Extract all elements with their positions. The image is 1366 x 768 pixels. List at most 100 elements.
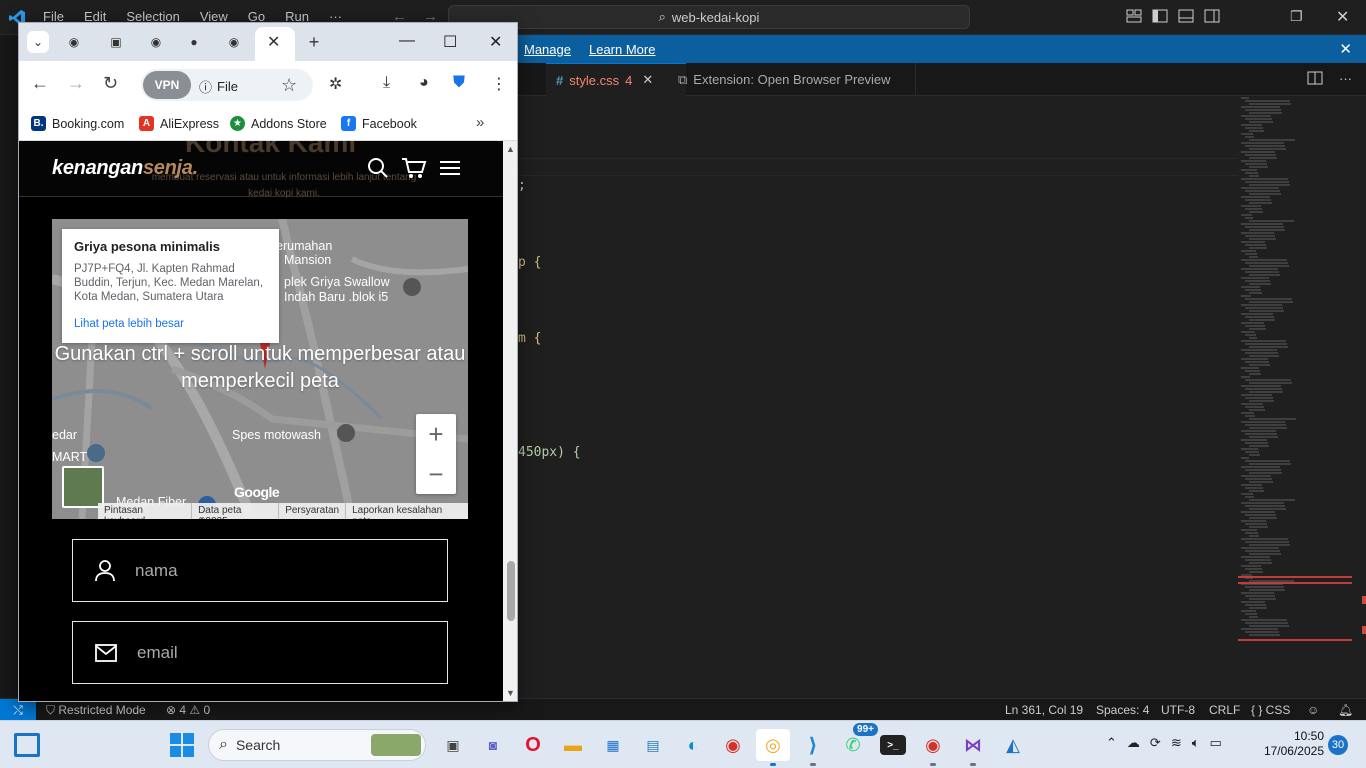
tab-globe-icon[interactable]: ◉ xyxy=(63,31,85,53)
chrome-profile-w-icon[interactable]: ◉ xyxy=(716,729,750,761)
restricted-mode-status[interactable]: ⛉ Restricted Mode xyxy=(46,703,146,718)
tab-globe-icon[interactable]: ◉ xyxy=(145,31,167,53)
maximize-icon[interactable]: ☐ xyxy=(443,32,457,52)
whatsapp-icon[interactable]: ✆ 99+ xyxy=(836,723,878,761)
report-error-link[interactable]: Laporkan kesalahan peta xyxy=(346,503,468,519)
learn-more-link[interactable]: Learn More xyxy=(589,42,655,57)
active-app-icon[interactable]: ◎ xyxy=(756,729,790,766)
clock[interactable]: 10:50 17/06/2025 xyxy=(1262,729,1324,759)
close-window-icon[interactable]: ✕ xyxy=(1336,7,1349,27)
close-window-icon[interactable]: ✕ xyxy=(489,32,502,52)
address-bar[interactable]: VPN ⓘ File ☆ xyxy=(141,69,313,101)
restore-window-icon[interactable]: ❐ xyxy=(1290,8,1303,25)
problems-status[interactable]: ⊗ 4 ⚠ 0 xyxy=(166,703,210,717)
split-editor-icon[interactable] xyxy=(1307,71,1323,85)
terminal-icon[interactable]: >_ xyxy=(880,735,906,755)
file-explorer-icon[interactable]: ▬ xyxy=(556,729,590,761)
hamburger-menu-icon[interactable] xyxy=(439,157,461,179)
keyboard-shortcuts-link[interactable]: Pintasan keyboard xyxy=(98,503,193,519)
code-editor[interactable]: ; p { m { 450px) { xyxy=(518,96,1238,698)
tab-browser-preview[interactable]: ⧉ Extension: Open Browser Preview xyxy=(668,63,916,96)
page-info[interactable]: ⓘ File xyxy=(199,77,238,96)
taskbar-search[interactable]: ⌕ Search xyxy=(208,729,426,761)
line-endings[interactable]: CRLF xyxy=(1209,703,1240,717)
minimap[interactable] xyxy=(1238,96,1352,698)
tab-search-icon[interactable]: ⌄ xyxy=(27,31,49,53)
more-actions-icon[interactable]: ··· xyxy=(1339,71,1352,86)
view-larger-map-link[interactable]: Lihat peta lebih besar xyxy=(74,318,267,330)
bookmark-star-icon[interactable]: ☆ xyxy=(281,75,297,96)
widgets-icon[interactable] xyxy=(14,733,40,757)
profile-icon[interactable]: ◕ xyxy=(419,74,429,92)
remote-icon[interactable]: ⤭ xyxy=(0,699,36,721)
tab-globe-icon[interactable]: ◉ xyxy=(223,31,245,53)
close-banner-icon[interactable]: ✕ xyxy=(1339,40,1352,58)
microsoft-store-icon[interactable]: ▦ xyxy=(596,729,630,761)
editor-scrollbar[interactable] xyxy=(1352,96,1366,698)
extensions-icon[interactable]: ✲ xyxy=(329,74,342,94)
start-button[interactable] xyxy=(170,733,194,757)
visual-studio-icon[interactable]: ⋈ xyxy=(956,729,990,766)
bookmark-booking[interactable]: B. Booking.com xyxy=(31,116,124,131)
tab-app-icon[interactable]: ▣ xyxy=(105,31,127,53)
volume-icon[interactable]: 🔈︎ xyxy=(1192,735,1200,751)
zoom-in-button[interactable]: + xyxy=(416,414,456,454)
shopping-cart-icon[interactable] xyxy=(401,157,427,179)
command-center-search[interactable]: ⌕ web-kedai-kopi xyxy=(448,5,970,29)
language-mode[interactable]: { } CSS xyxy=(1251,703,1290,717)
name-input[interactable] xyxy=(135,560,415,581)
bookmark-aliexpress[interactable]: A AliExpress xyxy=(139,116,219,131)
customize-layout-icon[interactable] xyxy=(1126,9,1142,23)
encoding[interactable]: UTF-8 xyxy=(1161,703,1195,717)
security-shield-icon[interactable]: ⛊ xyxy=(453,74,465,92)
vpn-badge[interactable]: VPN xyxy=(143,71,191,99)
chrome-profile-m-icon[interactable]: ◉ xyxy=(916,729,950,766)
bookmark-facebook[interactable]: f Facebook xyxy=(341,116,417,131)
opera-icon[interactable]: O xyxy=(516,729,550,761)
toggle-secondary-sidebar-icon[interactable] xyxy=(1204,9,1220,23)
page-scrollbar[interactable]: ▲ ▼ xyxy=(503,141,517,701)
search-icon[interactable] xyxy=(367,157,389,179)
indentation[interactable]: Spaces: 4 xyxy=(1096,703,1149,717)
show-hidden-icons-icon[interactable]: ⌃ xyxy=(1106,735,1117,751)
notification-count[interactable]: 30 xyxy=(1328,735,1348,755)
toggle-panel-icon[interactable] xyxy=(1178,9,1194,23)
download-icon[interactable]: ⤓ xyxy=(383,74,390,92)
scroll-thumb[interactable] xyxy=(507,561,515,621)
tab-github-icon[interactable]: ● xyxy=(183,31,205,53)
minimize-icon[interactable]: — xyxy=(399,32,415,50)
more-bookmarks-icon[interactable]: » xyxy=(476,114,484,131)
edge-icon[interactable]: ◐ xyxy=(676,729,710,761)
reload-icon[interactable]: ↻ xyxy=(103,73,118,94)
new-tab-icon[interactable]: + xyxy=(303,31,325,53)
menu-kebab-icon[interactable]: ⋮ xyxy=(491,74,507,94)
site-logo[interactable]: kenangansenja. xyxy=(52,157,198,180)
manage-link[interactable]: Manage xyxy=(524,42,571,57)
close-tab-icon[interactable]: ✕ xyxy=(642,72,653,88)
scroll-up-icon[interactable]: ▲ xyxy=(506,144,515,154)
google-map-embed[interactable]: erumahan Mansion plek Griya Swallow Inda… xyxy=(52,219,468,519)
terms-link[interactable]: Persyaratan xyxy=(279,503,347,519)
satellite-toggle[interactable] xyxy=(62,466,104,508)
tab-style-css[interactable]: # style.css 4 ✕ xyxy=(546,63,686,96)
close-tab-icon[interactable]: ✕ xyxy=(267,32,280,52)
task-view-icon[interactable]: ▣ xyxy=(436,729,470,761)
email-field[interactable] xyxy=(72,621,448,684)
forward-icon[interactable]: → xyxy=(67,73,85,94)
name-field[interactable] xyxy=(72,539,448,602)
zoom-out-button[interactable]: − xyxy=(416,454,456,494)
toggle-sidebar-icon[interactable] xyxy=(1152,9,1168,23)
active-tab[interactable]: ✕ xyxy=(255,27,295,61)
sync-icon[interactable]: ⟳ xyxy=(1150,735,1161,751)
email-input[interactable] xyxy=(137,642,417,663)
vscode-icon[interactable]: ⟩ xyxy=(796,729,830,766)
photos-app-icon[interactable]: ◭ xyxy=(996,729,1030,761)
cloud-icon[interactable]: ☁ xyxy=(1127,735,1140,751)
copilot-icon[interactable]: ☺ xyxy=(1307,703,1319,717)
battery-icon[interactable]: ▭ xyxy=(1210,735,1222,751)
back-icon[interactable]: ← xyxy=(31,73,49,94)
teams-chat-icon[interactable]: ◙ xyxy=(476,729,510,761)
control-panel-icon[interactable]: ▤ xyxy=(636,729,670,761)
wifi-icon[interactable]: ≋ xyxy=(1171,735,1182,751)
cursor-position[interactable]: Ln 361, Col 19 xyxy=(1005,703,1083,717)
